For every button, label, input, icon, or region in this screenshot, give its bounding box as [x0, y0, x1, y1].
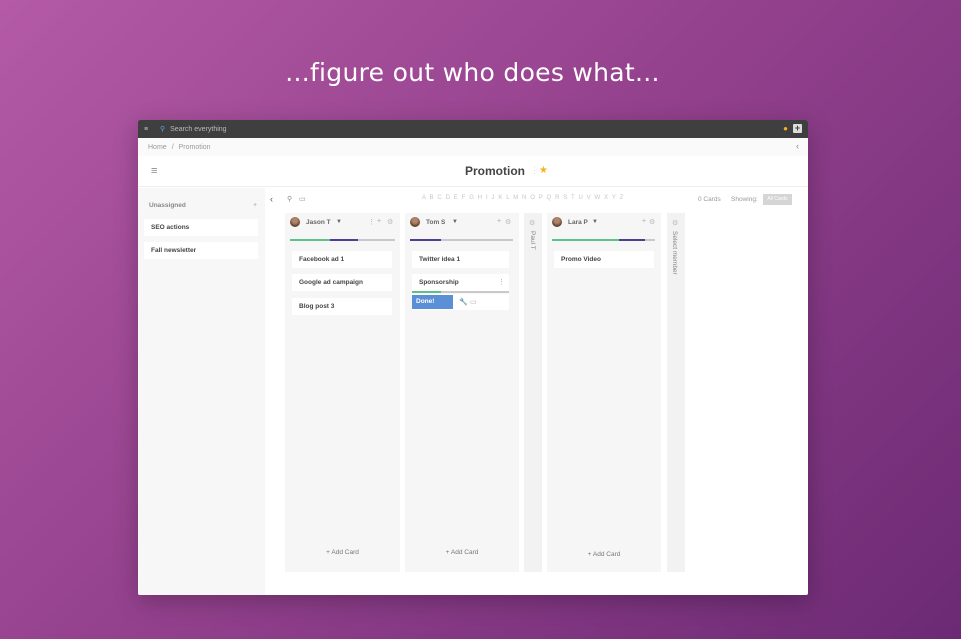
- search-icon[interactable]: ⚲: [287, 195, 292, 203]
- done-button[interactable]: Done!: [412, 295, 453, 309]
- top-bar: ≡ ⚲ Search everything ● +: [138, 120, 808, 138]
- breadcrumb-home[interactable]: Home: [148, 144, 167, 151]
- chevron-left-icon[interactable]: ‹: [270, 194, 273, 204]
- chevron-down-icon[interactable]: ▼: [592, 219, 598, 225]
- add-icon[interactable]: +: [793, 124, 802, 133]
- member-name[interactable]: Lara P: [568, 219, 588, 226]
- board-toolbar: ‹ ⚲ ▭ A B C D E F G H I J K L M N O P Q …: [265, 188, 808, 212]
- avatar: [290, 217, 300, 227]
- avatar: [410, 217, 420, 227]
- add-card-button[interactable]: + Add Card: [285, 549, 400, 556]
- gear-icon[interactable]: ⚙: [649, 218, 655, 226]
- member-column: Lara P ▼ + ⚙ Promo Video + Add Card: [547, 213, 661, 572]
- progress-bar: [552, 239, 655, 241]
- headline: ...figure out who does what...: [285, 58, 660, 87]
- card[interactable]: Google ad campaign: [292, 274, 392, 291]
- add-icon[interactable]: +: [253, 202, 257, 209]
- avatar: [552, 217, 562, 227]
- card[interactable]: SEO actions: [144, 219, 258, 236]
- progress-blue: [329, 239, 359, 241]
- gear-icon[interactable]: ⚙: [672, 219, 678, 227]
- unassigned-sidebar: Unassigned + SEO actions Fall newsletter: [138, 188, 265, 595]
- breadcrumb-separator: /: [171, 143, 174, 151]
- card[interactable]: Fall newsletter: [144, 242, 258, 259]
- page-title: Promotion: [465, 164, 525, 178]
- add-card-button[interactable]: + Add Card: [405, 549, 519, 556]
- global-search-input[interactable]: Search everything: [170, 126, 226, 133]
- hamburger-icon[interactable]: ≡: [151, 165, 157, 177]
- chevron-down-icon[interactable]: ▼: [336, 219, 342, 225]
- app-window: ≡ ⚲ Search everything ● + Home / Promoti…: [138, 120, 808, 595]
- progress-green: [552, 239, 619, 241]
- add-icon[interactable]: +: [497, 218, 501, 225]
- more-icon[interactable]: ⋮: [368, 218, 375, 226]
- card[interactable]: Twitter idea 1: [412, 251, 509, 268]
- card-progress-fill: [412, 291, 442, 293]
- star-icon[interactable]: ★: [539, 165, 548, 176]
- progress-blue: [618, 239, 645, 241]
- calendar-icon[interactable]: ▭: [299, 195, 306, 203]
- gear-icon[interactable]: ⚙: [505, 218, 511, 226]
- card-actions: Done! 🔧 ▭: [412, 294, 509, 310]
- member-column: Tom S ▼ + ⚙ Twitter idea 1 Sponsorship ⋮…: [405, 213, 519, 572]
- bell-icon[interactable]: ●: [783, 124, 788, 133]
- breadcrumb: Home / Promotion ‹: [138, 138, 808, 156]
- progress-bar: [410, 239, 513, 241]
- search-icon: ⚲: [160, 126, 166, 133]
- member-column: Jason T ▼ ⋮ + ⚙ Facebook ad 1 Google ad …: [285, 213, 400, 572]
- member-name[interactable]: Paul T: [529, 231, 536, 250]
- board-header: ≡ Promotion ⋮ ★: [138, 156, 808, 187]
- filter-select[interactable]: All Cards: [763, 194, 792, 205]
- member-name[interactable]: Jason T: [306, 219, 331, 226]
- gear-icon[interactable]: ⚙: [387, 218, 393, 226]
- card[interactable]: Facebook ad 1: [292, 251, 392, 268]
- card[interactable]: Blog post 3: [292, 298, 392, 315]
- more-icon[interactable]: ⋮: [530, 165, 539, 176]
- more-icon[interactable]: ⋮: [498, 278, 505, 286]
- add-icon[interactable]: +: [642, 218, 646, 225]
- showing-label: Showing:: [731, 196, 758, 203]
- breadcrumb-current[interactable]: Promotion: [179, 144, 211, 151]
- card[interactable]: Promo Video: [554, 251, 654, 268]
- card[interactable]: Sponsorship: [412, 274, 509, 291]
- collapsed-member-column[interactable]: ⚙ Select member: [667, 213, 685, 572]
- alphabet-filter[interactable]: A B C D E F G H I J K L M N O P Q R S T …: [422, 195, 624, 201]
- chevron-down-icon[interactable]: ▼: [452, 219, 458, 225]
- add-icon[interactable]: +: [377, 218, 381, 225]
- chevron-left-icon[interactable]: ‹: [796, 141, 799, 151]
- progress-green: [290, 239, 330, 241]
- collapsed-member-column[interactable]: ⚙ Paul T: [524, 213, 542, 572]
- menu-icon[interactable]: ≡: [144, 126, 152, 133]
- calendar-icon[interactable]: ▭: [470, 298, 477, 306]
- member-name[interactable]: Tom S: [426, 219, 445, 226]
- gear-icon[interactable]: ⚙: [529, 219, 535, 227]
- wrench-icon[interactable]: 🔧: [459, 298, 468, 306]
- cards-count: 0 Cards: [698, 196, 721, 203]
- unassigned-label: Unassigned: [149, 202, 186, 209]
- progress-bar: [290, 239, 395, 241]
- select-member-label[interactable]: Select member: [671, 231, 678, 275]
- card-progress-bar: [412, 291, 509, 293]
- add-card-button[interactable]: + Add Card: [547, 551, 661, 558]
- progress-blue: [410, 239, 441, 241]
